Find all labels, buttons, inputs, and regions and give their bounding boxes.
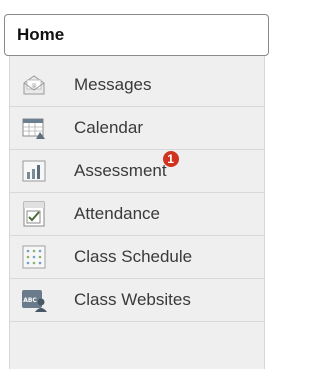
menu-item-label: Calendar [74,118,143,137]
menu-item-label: Attendance [74,204,161,223]
navigation-menu: Home @ Messages Calendar Assessment 1 At… [0,0,273,369]
menu-item-class-schedule[interactable]: Class Schedule [10,236,264,279]
bar-chart-icon [21,158,47,184]
menu-item-label-wrap: Assessment 1 [74,151,179,181]
calendar-icon [21,115,47,141]
menu-item-label: Messages [74,75,152,94]
svg-text:ABC: ABC [23,297,37,304]
menu-item-label: Assessment [74,161,167,180]
menu-item-label: Class Websites [74,290,191,309]
envelope-icon: @ [21,72,47,98]
menu-item-calendar[interactable]: Calendar [10,107,264,150]
schedule-grid-icon [21,244,47,270]
svg-text:@: @ [32,83,37,89]
website-user-icon: ABC [21,287,47,313]
assessment-label-wrap: Assessment 1 [74,151,179,181]
notification-badge: 1 [162,151,179,167]
menu-item-class-websites[interactable]: ABC Class Websites [10,279,264,322]
menu-item-messages[interactable]: @ Messages [10,64,264,107]
menu-item-assessment[interactable]: Assessment 1 [10,150,264,193]
menu-item-attendance[interactable]: Attendance [10,193,264,236]
home-button[interactable]: Home [4,14,269,56]
menu-item-label: Class Schedule [74,247,193,266]
submenu: @ Messages Calendar Assessment 1 Attenda… [9,56,265,369]
checkbox-icon [21,201,47,227]
home-label: Home [17,25,65,44]
